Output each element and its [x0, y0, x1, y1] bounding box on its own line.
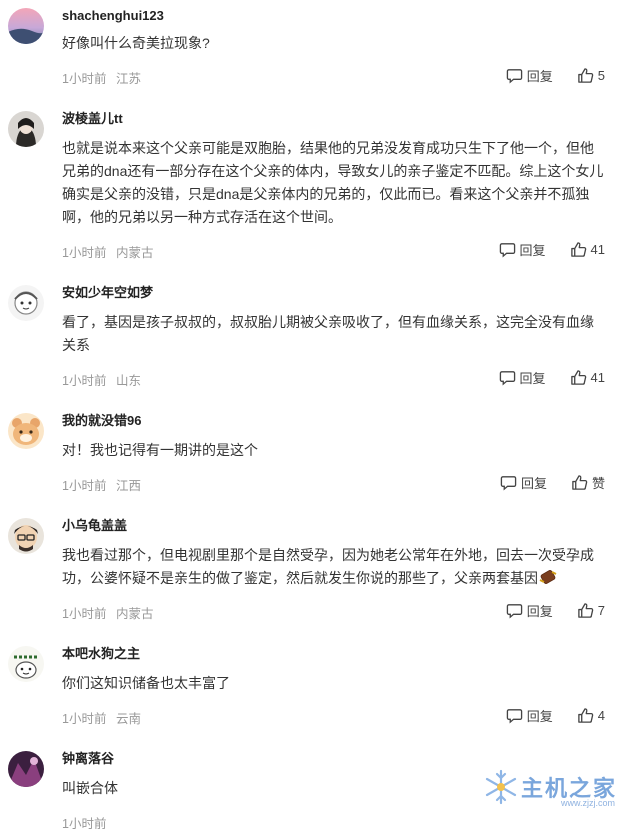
comment-time: 1小时前: [62, 479, 107, 493]
comment-text: 我也看过那个，但电视剧里那个是自然受孕，因为她老公常年在外地，回去一次受孕成功，…: [62, 544, 605, 590]
reply-label: 回复: [519, 371, 546, 386]
comment-text: 也就是说本来这个父亲可能是双胞胎，结果他的兄弟没发育成功只生下了他一个，但他兄弟…: [62, 140, 604, 225]
username[interactable]: 我的就没错96: [62, 411, 605, 431]
like-button[interactable]: 41: [570, 241, 605, 258]
thumbs-up-icon: [570, 370, 586, 385]
comment-location: 内蒙古: [116, 607, 154, 621]
like-count: 4: [597, 708, 605, 723]
comment-meta: 1小时前: [62, 811, 605, 833]
username[interactable]: 波棱盖儿tt: [62, 109, 605, 129]
reply-label: 回复: [526, 69, 553, 84]
like-count: 41: [590, 242, 605, 257]
comment-bubble-icon: [506, 604, 522, 619]
comment-time: 1小时前: [62, 817, 107, 831]
comment-actions: 回复 41: [499, 240, 605, 259]
comment-actions: 回复 41: [499, 368, 605, 387]
thumbs-up-icon: [577, 603, 594, 618]
reply-label: 回复: [526, 604, 553, 619]
like-button[interactable]: 4: [577, 707, 605, 724]
comment-bubble-icon: [500, 476, 517, 491]
reply-button[interactable]: 回复: [506, 66, 553, 85]
comment-item: 我的就没错96 对！我也记得有一期讲的是这个 1小时前 江西 回复 赞: [0, 411, 625, 495]
like-count: 7: [597, 603, 605, 618]
comment-location: 云南: [116, 712, 142, 726]
thumbs-up-icon: [577, 68, 594, 83]
comment-time: 1小时前: [62, 374, 107, 388]
username[interactable]: shachenghui123: [62, 6, 605, 26]
reply-button[interactable]: 回复: [499, 240, 546, 259]
comment-meta: 1小时前 江西 回复 赞: [62, 473, 605, 495]
user-avatar[interactable]: [8, 646, 44, 682]
comment-time: 1小时前: [62, 246, 107, 260]
like-count: 5: [597, 68, 605, 83]
comment-bubble-icon: [499, 371, 515, 386]
comment-bubble-icon: [499, 243, 515, 258]
thumbs-up-icon: [572, 475, 588, 490]
comment-location: 山东: [116, 374, 142, 388]
like-count: 赞: [591, 476, 605, 491]
comment-item: shachenghui123 好像叫什么奇美拉现象? 1小时前 江苏 回复 5: [0, 0, 625, 88]
username[interactable]: 钟离落谷: [62, 749, 605, 769]
comment-meta: 1小时前 江苏 回复 5: [62, 66, 605, 88]
comment-time: 1小时前: [62, 712, 107, 726]
user-avatar[interactable]: [8, 111, 44, 147]
reply-label: 回复: [526, 709, 553, 724]
site-watermark: 主机之家 www.zjzj.com: [481, 767, 617, 808]
comment-text: 看了，基因是孩子叔叔的，叔叔胎儿期被父亲吸收了，但有血缘关系，这完全没有血缘关系: [62, 314, 594, 353]
comment-time: 1小时前: [62, 607, 107, 621]
like-button[interactable]: 41: [570, 369, 605, 386]
comment-actions: 回复 7: [506, 601, 605, 620]
comment-text: 你们这知识储备也太丰富了: [62, 675, 230, 691]
comment-item: 波棱盖儿tt 也就是说本来这个父亲可能是双胞胎，结果他的兄弟没发育成功只生下了他…: [0, 109, 625, 262]
comment-text: 好像叫什么奇美拉现象?: [62, 35, 210, 51]
user-avatar[interactable]: [8, 413, 44, 449]
comment-item: 小乌龟盖盖 我也看过那个，但电视剧里那个是自然受孕，因为她老公常年在外地，回去一…: [0, 516, 625, 623]
comment-item: 本吧水狗之主 你们这知识储备也太丰富了 1小时前 云南 回复 4: [0, 644, 625, 728]
comment-time: 1小时前: [62, 72, 107, 86]
username[interactable]: 本吧水狗之主: [62, 644, 605, 664]
watermark-url: www.zjzj.com: [560, 798, 615, 808]
comment-bubble-icon: [506, 709, 522, 724]
comment-actions: 回复 4: [506, 706, 605, 725]
reply-button[interactable]: 回复: [506, 601, 553, 620]
like-button[interactable]: 赞: [571, 473, 605, 492]
comment-bubble-icon: [506, 69, 522, 84]
comment-meta: 1小时前 云南 回复 4: [62, 706, 605, 728]
user-avatar[interactable]: [8, 8, 44, 44]
comment-actions: 回复 赞: [500, 473, 605, 492]
snowflake-logo-icon: [485, 769, 517, 805]
like-button[interactable]: 7: [577, 602, 605, 619]
like-count: 41: [590, 370, 605, 385]
comment-location: 江苏: [116, 72, 142, 86]
like-button[interactable]: 5: [577, 67, 605, 84]
user-avatar[interactable]: [8, 285, 44, 321]
comment-meta: 1小时前 内蒙古 回复 41: [62, 240, 605, 262]
comment-meta: 1小时前 山东 回复 41: [62, 368, 605, 390]
comment-location: 内蒙古: [116, 246, 154, 260]
comment-text-body: 我也看过那个，但电视剧里那个是自然受孕，因为她老公常年在外地，回去一次受孕成功，…: [62, 547, 594, 586]
comment-item: 安如少年空如梦 看了，基因是孩子叔叔的，叔叔胎儿期被父亲吸收了，但有血缘关系，这…: [0, 283, 625, 390]
comment-meta: 1小时前 内蒙古 回复 7: [62, 601, 605, 623]
reply-button[interactable]: 回复: [500, 473, 547, 492]
comment-location: 江西: [116, 479, 142, 493]
chocolate-emoji-icon: [539, 570, 557, 584]
comment-text: 对！我也记得有一期讲的是这个: [62, 442, 258, 458]
user-avatar[interactable]: [8, 751, 44, 787]
comment-actions: 回复 5: [506, 66, 605, 85]
user-avatar[interactable]: [8, 518, 44, 554]
thumbs-up-icon: [577, 708, 594, 723]
username[interactable]: 安如少年空如梦: [62, 283, 605, 303]
reply-button[interactable]: 回复: [499, 368, 546, 387]
thumbs-up-icon: [570, 242, 586, 257]
reply-label: 回复: [520, 476, 547, 491]
reply-label: 回复: [519, 243, 546, 258]
reply-button[interactable]: 回复: [506, 706, 553, 725]
username[interactable]: 小乌龟盖盖: [62, 516, 605, 536]
